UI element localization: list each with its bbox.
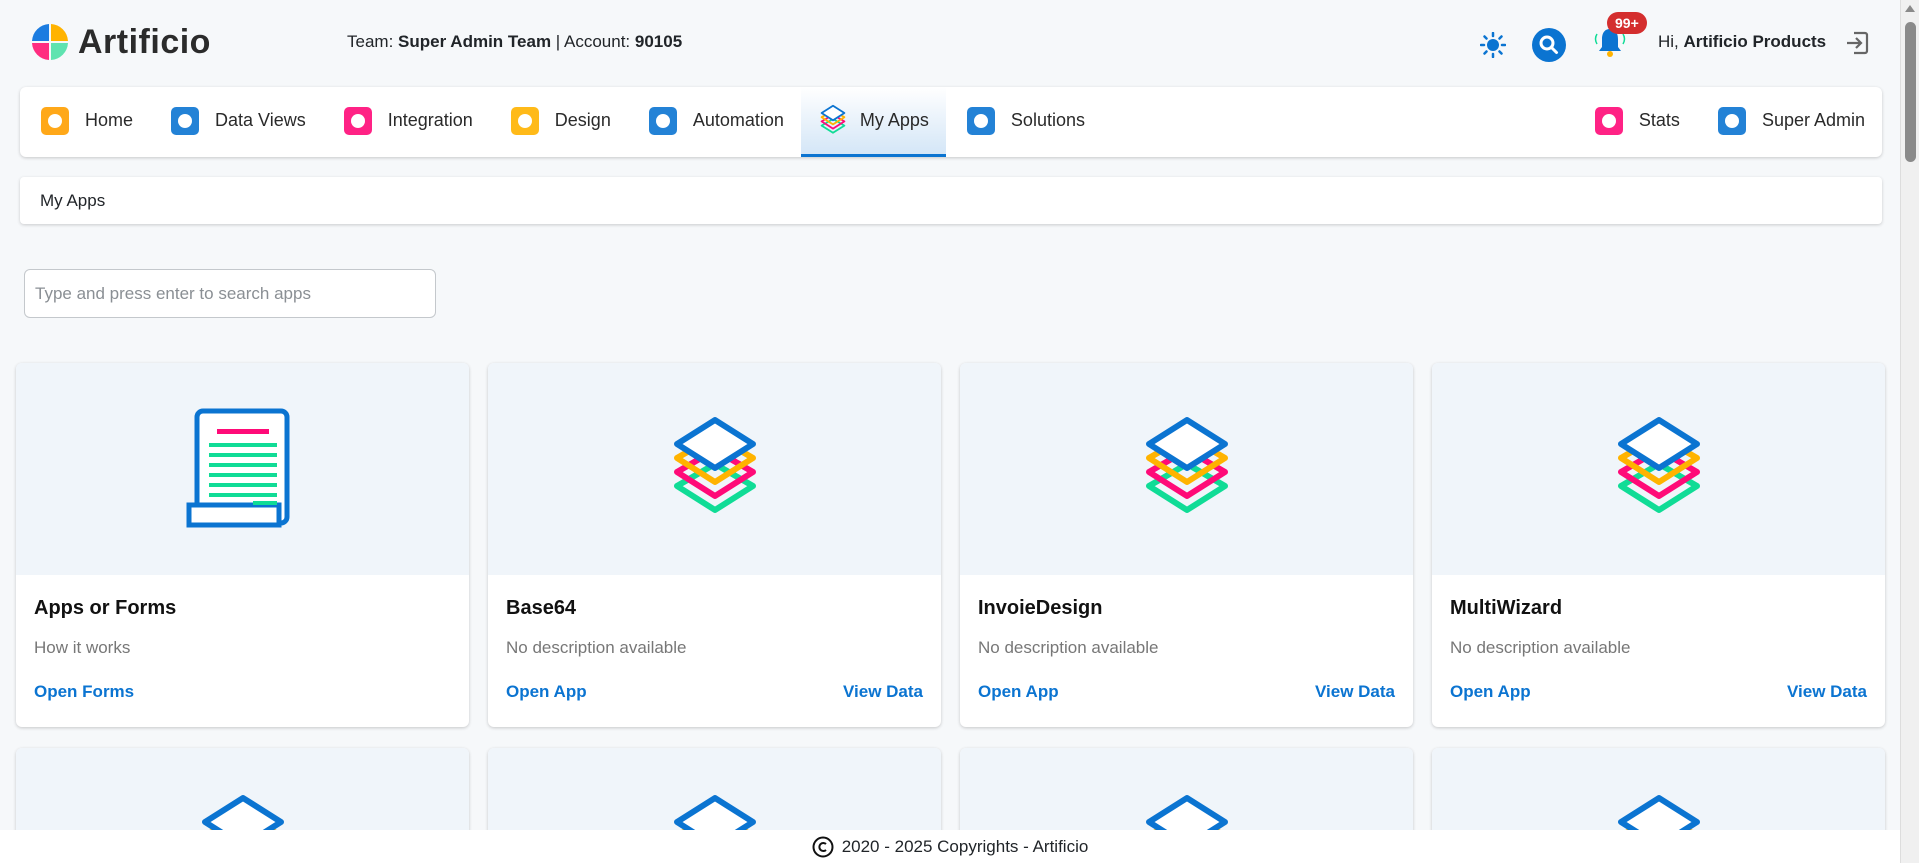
nav-label: Automation — [692, 110, 784, 130]
card-title: Base64 — [506, 597, 577, 619]
logout-icon[interactable] — [1844, 30, 1870, 56]
account-label: | Account: — [555, 32, 631, 51]
design-icon — [510, 106, 539, 135]
layers-icon — [1145, 417, 1228, 513]
solutions-icon — [966, 106, 995, 135]
super-admin-icon — [1717, 106, 1746, 135]
nav-item-data-views[interactable]: Data Views — [150, 87, 323, 157]
nav-label: Data Views — [215, 110, 306, 130]
nav-label: Stats — [1638, 110, 1680, 130]
nav-item-integration[interactable]: Integration — [323, 87, 490, 157]
app-card: Base64 No description available Open App Vi… — [488, 363, 941, 727]
logo[interactable]: Artificio — [30, 22, 211, 62]
app-card: MultiWizard No description available Open … — [1432, 363, 1885, 727]
artificio-logo-icon — [32, 24, 68, 60]
card-image — [960, 363, 1413, 575]
open-app-link[interactable]: Open App — [1450, 682, 1531, 702]
home-icon — [41, 106, 69, 135]
card-description: No description available — [1450, 638, 1631, 657]
nav-item-automation[interactable]: Automation — [628, 87, 801, 157]
scrollbar-thumb[interactable] — [1905, 22, 1916, 162]
user-greeting: Hi, Artificio Products — [1658, 32, 1826, 52]
card-description: How it works — [34, 638, 131, 657]
card-title: Apps or Forms — [34, 597, 177, 619]
integration-icon — [343, 106, 372, 135]
nav-label: My Apps — [859, 110, 929, 130]
apps-grid: Apps or Forms How it works Open Forms Base6… — [16, 363, 1885, 863]
footer: 2020 - 2025 Copyrights - Artificio — [0, 830, 1900, 863]
nav-item-design[interactable]: Design — [490, 87, 628, 157]
theme-toggle-sun-icon[interactable] — [1480, 32, 1506, 58]
my-apps-icon — [820, 104, 846, 134]
nav-item-super-admin[interactable]: Super Admin — [1697, 87, 1882, 157]
card-image — [1432, 363, 1885, 575]
nav-label: Design — [554, 110, 611, 130]
scroll-icon — [186, 408, 290, 527]
open-app-link[interactable]: Open App — [506, 682, 587, 702]
nav-label: Home — [85, 110, 134, 130]
team-account-info: Team: Super Admin Team | Account: 90105 — [347, 32, 682, 52]
global-search-button[interactable] — [1532, 28, 1566, 62]
automation-icon — [648, 106, 677, 135]
breadcrumb-current: My Apps — [40, 191, 106, 210]
scrollbar[interactable] — [1900, 0, 1919, 863]
app-card: InvoieDesign No description available Open… — [960, 363, 1413, 727]
team-label: Team: — [347, 32, 394, 51]
card-description: No description available — [978, 638, 1159, 657]
brand-name: Artificio — [78, 22, 211, 61]
layers-icon — [1617, 417, 1700, 513]
user-name[interactable]: Artificio Products — [1684, 32, 1827, 51]
view-data-link[interactable]: View Data — [1787, 682, 1867, 702]
open-app-link[interactable]: Open Forms — [34, 682, 134, 702]
view-data-link[interactable]: View Data — [843, 682, 923, 702]
stats-icon — [1594, 106, 1623, 135]
app-card: Apps or Forms How it works Open Forms — [16, 363, 469, 727]
scroll-up-icon[interactable] — [1905, 5, 1915, 12]
copyright-icon — [812, 836, 834, 857]
search-icon — [1539, 35, 1558, 54]
team-name: Super Admin Team — [398, 32, 552, 51]
view-data-link[interactable]: View Data — [1315, 682, 1395, 702]
nav-item-stats[interactable]: Stats — [1574, 87, 1697, 157]
card-image — [16, 363, 469, 575]
nav-label: Super Admin — [1761, 110, 1865, 130]
main-nav: Home Data Views Integration Design Automatio… — [20, 87, 1882, 157]
nav-item-my-apps[interactable]: My Apps — [800, 87, 946, 157]
search-apps-input[interactable] — [24, 269, 436, 318]
greeting-text: Hi, — [1658, 32, 1679, 51]
nav-item-solutions[interactable]: Solutions — [946, 87, 1102, 157]
open-app-link[interactable]: Open App — [978, 682, 1059, 702]
card-title: InvoieDesign — [978, 597, 1103, 619]
header: Artificio Team: Super Admin Team | Accou… — [0, 0, 1900, 86]
data-views-icon — [171, 106, 200, 135]
nav-item-home[interactable]: Home — [20, 87, 150, 157]
copyright-text: 2020 - 2025 Copyrights - Artificio — [841, 836, 1089, 856]
nav-label: Solutions — [1010, 110, 1085, 130]
card-description: No description available — [506, 638, 687, 657]
nav-label: Integration — [387, 110, 473, 130]
card-title: MultiWizard — [1450, 597, 1563, 619]
account-number: 90105 — [634, 32, 683, 51]
layers-icon — [673, 417, 756, 513]
notification-count-badge: 99+ — [1607, 12, 1647, 34]
breadcrumb: My Apps — [20, 177, 1882, 224]
card-image — [488, 363, 941, 575]
